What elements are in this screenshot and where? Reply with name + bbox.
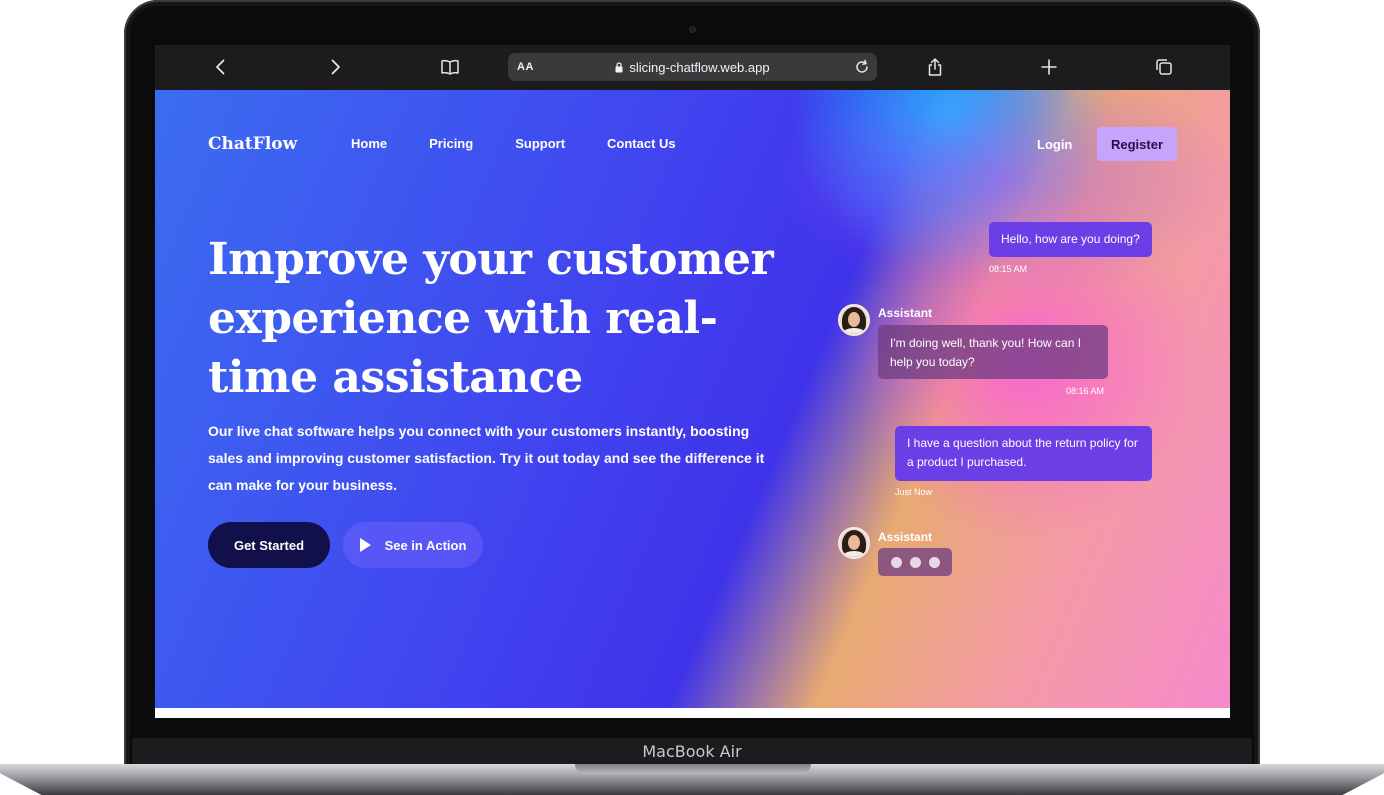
page-divider bbox=[155, 708, 1230, 718]
nav-link-contact[interactable]: Contact Us bbox=[607, 136, 676, 151]
typing-dot bbox=[890, 556, 902, 568]
share-icon[interactable] bbox=[923, 55, 947, 79]
nav-link-home[interactable]: Home bbox=[351, 136, 387, 151]
message-timestamp: Just Now bbox=[895, 487, 933, 497]
book-icon[interactable] bbox=[438, 55, 462, 79]
reload-icon[interactable] bbox=[853, 58, 871, 76]
camera-icon bbox=[689, 26, 696, 33]
hero-section: ChatFlow Home Pricing Support Contact Us… bbox=[155, 90, 1230, 708]
assistant-avatar bbox=[838, 527, 870, 559]
chat-message-assistant: I'm doing well, thank you! How can I hel… bbox=[878, 325, 1108, 379]
hero-headline: Improve your customer experience with re… bbox=[208, 234, 774, 403]
message-timestamp: 08:16 AM bbox=[1066, 386, 1105, 396]
assistant-name: Assistant bbox=[878, 306, 933, 320]
assistant-name: Assistant bbox=[878, 530, 933, 544]
chat-message-user: I have a question about the return polic… bbox=[895, 426, 1152, 481]
message-timestamp: 08:15 AM bbox=[989, 264, 1028, 274]
assistant-avatar bbox=[838, 304, 870, 336]
login-link[interactable]: Login bbox=[1037, 137, 1072, 152]
plus-icon[interactable] bbox=[1037, 55, 1061, 79]
laptop-notch bbox=[575, 764, 811, 774]
device-label: MacBook Air bbox=[642, 742, 742, 761]
register-button[interactable]: Register bbox=[1097, 127, 1177, 161]
typing-dot bbox=[928, 556, 940, 568]
see-in-action-button[interactable]: See in Action bbox=[343, 522, 483, 568]
browser-toolbar: AA slicing-chatflow.web.app bbox=[155, 45, 1230, 90]
see-in-action-label: See in Action bbox=[384, 537, 467, 553]
address-bar[interactable]: AA slicing-chatflow.web.app bbox=[508, 53, 877, 81]
brand-logo[interactable]: ChatFlow bbox=[208, 134, 297, 154]
chat-message-user: Hello, how are you doing? bbox=[989, 222, 1152, 257]
nav-link-pricing[interactable]: Pricing bbox=[429, 136, 473, 151]
play-icon bbox=[359, 538, 371, 552]
get-started-button[interactable]: Get Started bbox=[208, 522, 330, 568]
forward-icon[interactable] bbox=[323, 55, 347, 79]
main-nav: Home Pricing Support Contact Us bbox=[351, 136, 718, 151]
back-icon[interactable] bbox=[209, 55, 233, 79]
hero-subtext: Our live chat software helps you connect… bbox=[208, 423, 765, 493]
url-text: slicing-chatflow.web.app bbox=[629, 60, 770, 75]
nav-link-support[interactable]: Support bbox=[515, 136, 565, 151]
typing-dot bbox=[909, 556, 921, 568]
lock-icon bbox=[615, 62, 623, 73]
tabs-icon[interactable] bbox=[1152, 55, 1176, 79]
typing-indicator bbox=[878, 548, 952, 576]
